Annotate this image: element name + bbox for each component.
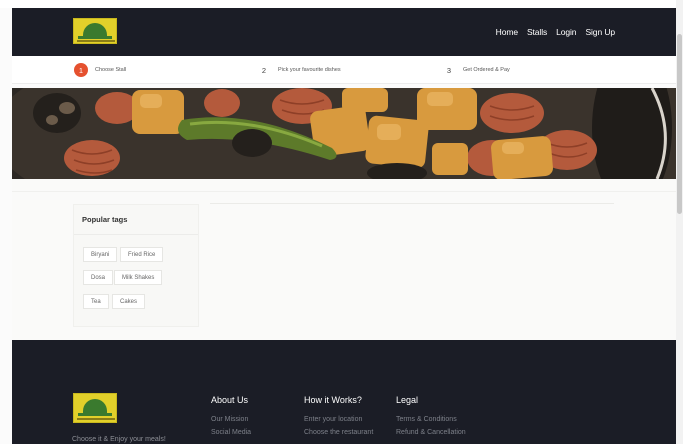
footer: Choose it & Enjoy your meals! About Us O… [12, 340, 676, 444]
footer-heading: About Us [211, 395, 249, 405]
logo-text-line [77, 418, 115, 420]
stall-dome-logo-icon[interactable] [73, 18, 117, 44]
tag-fried-rice[interactable]: Fried Rice [120, 247, 164, 262]
nav-link-stalls[interactable]: Stalls [527, 27, 547, 37]
footer-heading: How it Works? [304, 395, 362, 405]
main-content: Popular tags Biryani Fried Rice Dosa Mil… [12, 179, 676, 340]
tag-dosa[interactable]: Dosa [83, 270, 114, 285]
step-number: 3 [446, 65, 452, 75]
step-label: Choose Stall [95, 67, 127, 73]
step-label: Get Ordered & Pay [463, 67, 510, 73]
food-pan-illustration [12, 88, 676, 179]
footer-link-terms[interactable]: Terms & Conditions [396, 416, 466, 423]
footer-link-refund[interactable]: Refund & Cancellation [396, 429, 466, 436]
nav-links: Home Stalls Login Sign Up [496, 8, 615, 56]
step-order-pay: 3 Get Ordered & Pay [442, 56, 510, 84]
tag-tea[interactable]: Tea [83, 294, 109, 309]
logo-dome [83, 23, 107, 36]
order-steps: 1 Choose Stall 2 Pick your favourite dis… [12, 56, 676, 84]
top-strip [0, 0, 683, 8]
page-scrollbar[interactable] [676, 0, 683, 444]
footer-link-enter-location[interactable]: Enter your location [304, 416, 373, 423]
popular-tags-title: Popular tags [82, 215, 128, 224]
hero-banner-image [12, 88, 676, 179]
nav-link-login[interactable]: Login [556, 27, 576, 37]
stall-dome-logo-icon[interactable] [73, 393, 117, 423]
divider [74, 234, 198, 235]
stall-list-area [210, 203, 614, 204]
step-label: Pick your favourite dishes [278, 67, 341, 73]
navbar: Home Stalls Login Sign Up [12, 8, 676, 56]
popular-tags-panel: Popular tags Biryani Fried Rice Dosa Mil… [73, 204, 199, 327]
page: Home Stalls Login Sign Up 1 Choose Stall… [0, 0, 683, 444]
nav-link-home[interactable]: Home [496, 27, 518, 37]
logo-base [78, 36, 112, 39]
step-number: 2 [261, 65, 267, 75]
logo-text-line [77, 40, 115, 42]
footer-link-our-mission[interactable]: Our Mission [211, 416, 251, 423]
tag-biryani[interactable]: Biryani [83, 247, 118, 262]
footer-link-choose-restaurant[interactable]: Choose the restaurant [304, 429, 373, 436]
footer-link-social-media[interactable]: Social Media [211, 429, 251, 436]
step-number: 1 [74, 63, 88, 77]
footer-column-about: About Us Our Mission Social Media [211, 395, 251, 436]
step-choose-stall: 1 Choose Stall [74, 56, 126, 84]
footer-tagline: Choose it & Enjoy your meals! [72, 436, 166, 443]
tag-cakes[interactable]: Cakes [112, 294, 146, 309]
scrollbar-thumb[interactable] [677, 34, 682, 214]
footer-column-how-it-works: How it Works? Enter your location Choose… [304, 395, 373, 436]
tag-milk-shakes[interactable]: Milk Shakes [114, 270, 163, 285]
nav-link-sign-up[interactable]: Sign Up [585, 27, 615, 37]
footer-heading: Legal [396, 395, 419, 405]
divider [12, 191, 676, 192]
footer-column-legal: Legal Terms & Conditions Refund & Cancel… [396, 395, 466, 436]
logo-base [78, 413, 112, 416]
step-pick-dishes: 2 Pick your favourite dishes [257, 56, 341, 84]
logo-dome [83, 399, 107, 413]
